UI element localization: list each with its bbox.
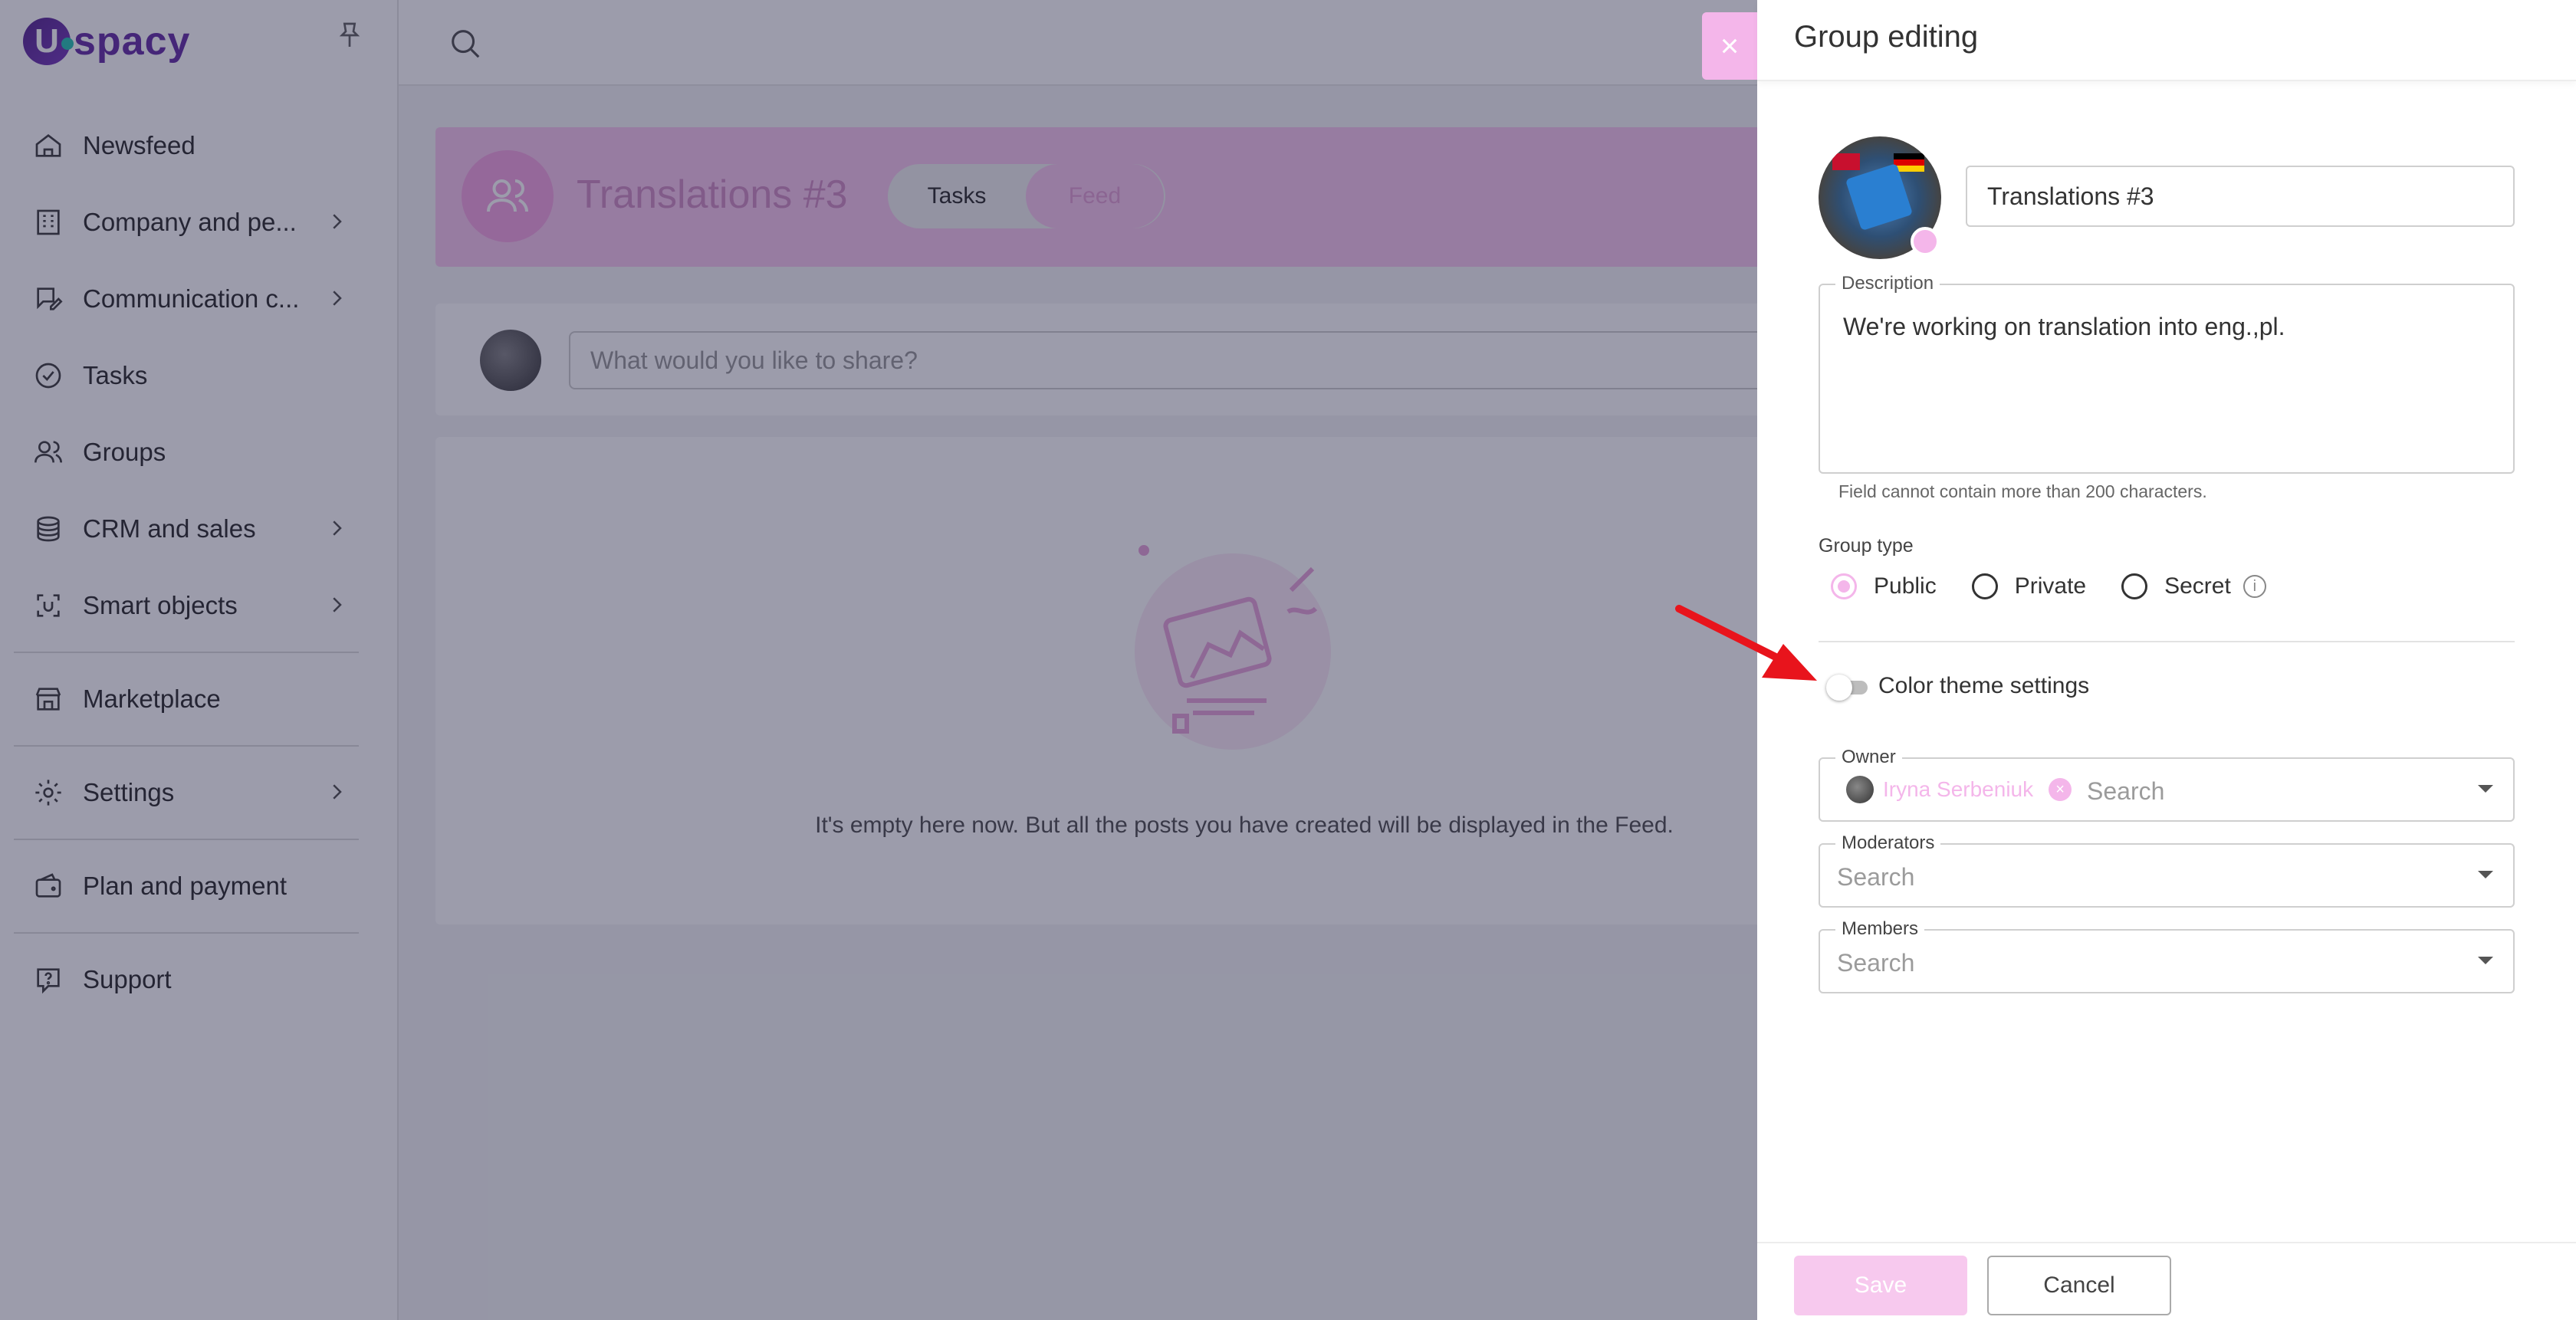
keycap-image — [1845, 163, 1914, 231]
radio-private[interactable] — [1971, 573, 1998, 599]
radio-secret[interactable] — [2121, 573, 2148, 599]
radio-public[interactable] — [1831, 573, 1857, 599]
description-field[interactable]: Description We're working on translation… — [1819, 273, 2515, 474]
caret-down-icon[interactable] — [2478, 871, 2493, 878]
caret-down-icon[interactable] — [2478, 785, 2493, 793]
members-label: Members — [1835, 918, 1925, 940]
delete-avatar-button[interactable] — [1911, 227, 1940, 256]
caret-down-icon[interactable] — [2478, 957, 2493, 964]
owner-label: Owner — [1835, 747, 1902, 768]
cancel-button[interactable]: Cancel — [1987, 1256, 2171, 1315]
moderators-search-input[interactable]: Search — [1837, 863, 1914, 891]
app-root: U spacy Newsfeed Company and pe... Commu… — [0, 0, 2576, 1320]
radio-secret-label[interactable]: Secret — [2164, 573, 2231, 599]
description-value: We're working on translation into eng.,p… — [1843, 313, 2285, 340]
members-search-input[interactable]: Search — [1837, 949, 1914, 977]
description-hint: Field cannot contain more than 200 chara… — [1838, 481, 2207, 501]
divider — [1819, 641, 2515, 642]
info-icon[interactable]: i — [2242, 575, 2266, 598]
close-icon: × — [1720, 28, 1740, 64]
flag-image — [1832, 153, 1860, 170]
drawer-title: Group editing — [1794, 20, 1979, 54]
avatar — [1846, 776, 1874, 803]
group-name-input[interactable]: Translations #3 — [1966, 166, 2515, 227]
drawer-footer: Save Cancel — [1757, 1242, 2576, 1320]
owner-select[interactable]: Owner Iryna Serbeniuk × Search — [1819, 747, 2515, 822]
moderators-label: Moderators — [1835, 832, 1941, 854]
radio-private-label[interactable]: Private — [2015, 573, 2086, 599]
moderators-select[interactable]: Moderators Search — [1819, 832, 2515, 908]
description-label: Description — [1835, 273, 1940, 294]
radio-public-label[interactable]: Public — [1874, 573, 1937, 599]
owner-chip: Iryna Serbeniuk × — [1846, 776, 2072, 803]
drawer-header: Group editing — [1757, 0, 2576, 81]
group-editing-drawer: Group editing Translations #3 Descriptio… — [1757, 0, 2576, 1320]
owner-search-input[interactable]: Search — [2087, 777, 2164, 806]
group-type-radio-group: Public Private Secret i — [1831, 573, 2266, 599]
annotation-arrow-icon — [1675, 605, 1817, 681]
color-theme-toggle[interactable] — [1826, 675, 1869, 701]
remove-owner-icon[interactable]: × — [2049, 778, 2072, 801]
save-button[interactable]: Save — [1794, 1256, 1967, 1315]
owner-name: Iryna Serbeniuk — [1883, 777, 2034, 801]
members-select[interactable]: Members Search — [1819, 918, 2515, 993]
close-drawer-button[interactable]: × — [1702, 12, 1757, 80]
toggle-thumb — [1826, 675, 1852, 701]
group-type-label: Group type — [1819, 535, 1914, 557]
modal-backdrop[interactable] — [0, 0, 1757, 1320]
color-theme-label[interactable]: Color theme settings — [1878, 673, 2089, 699]
